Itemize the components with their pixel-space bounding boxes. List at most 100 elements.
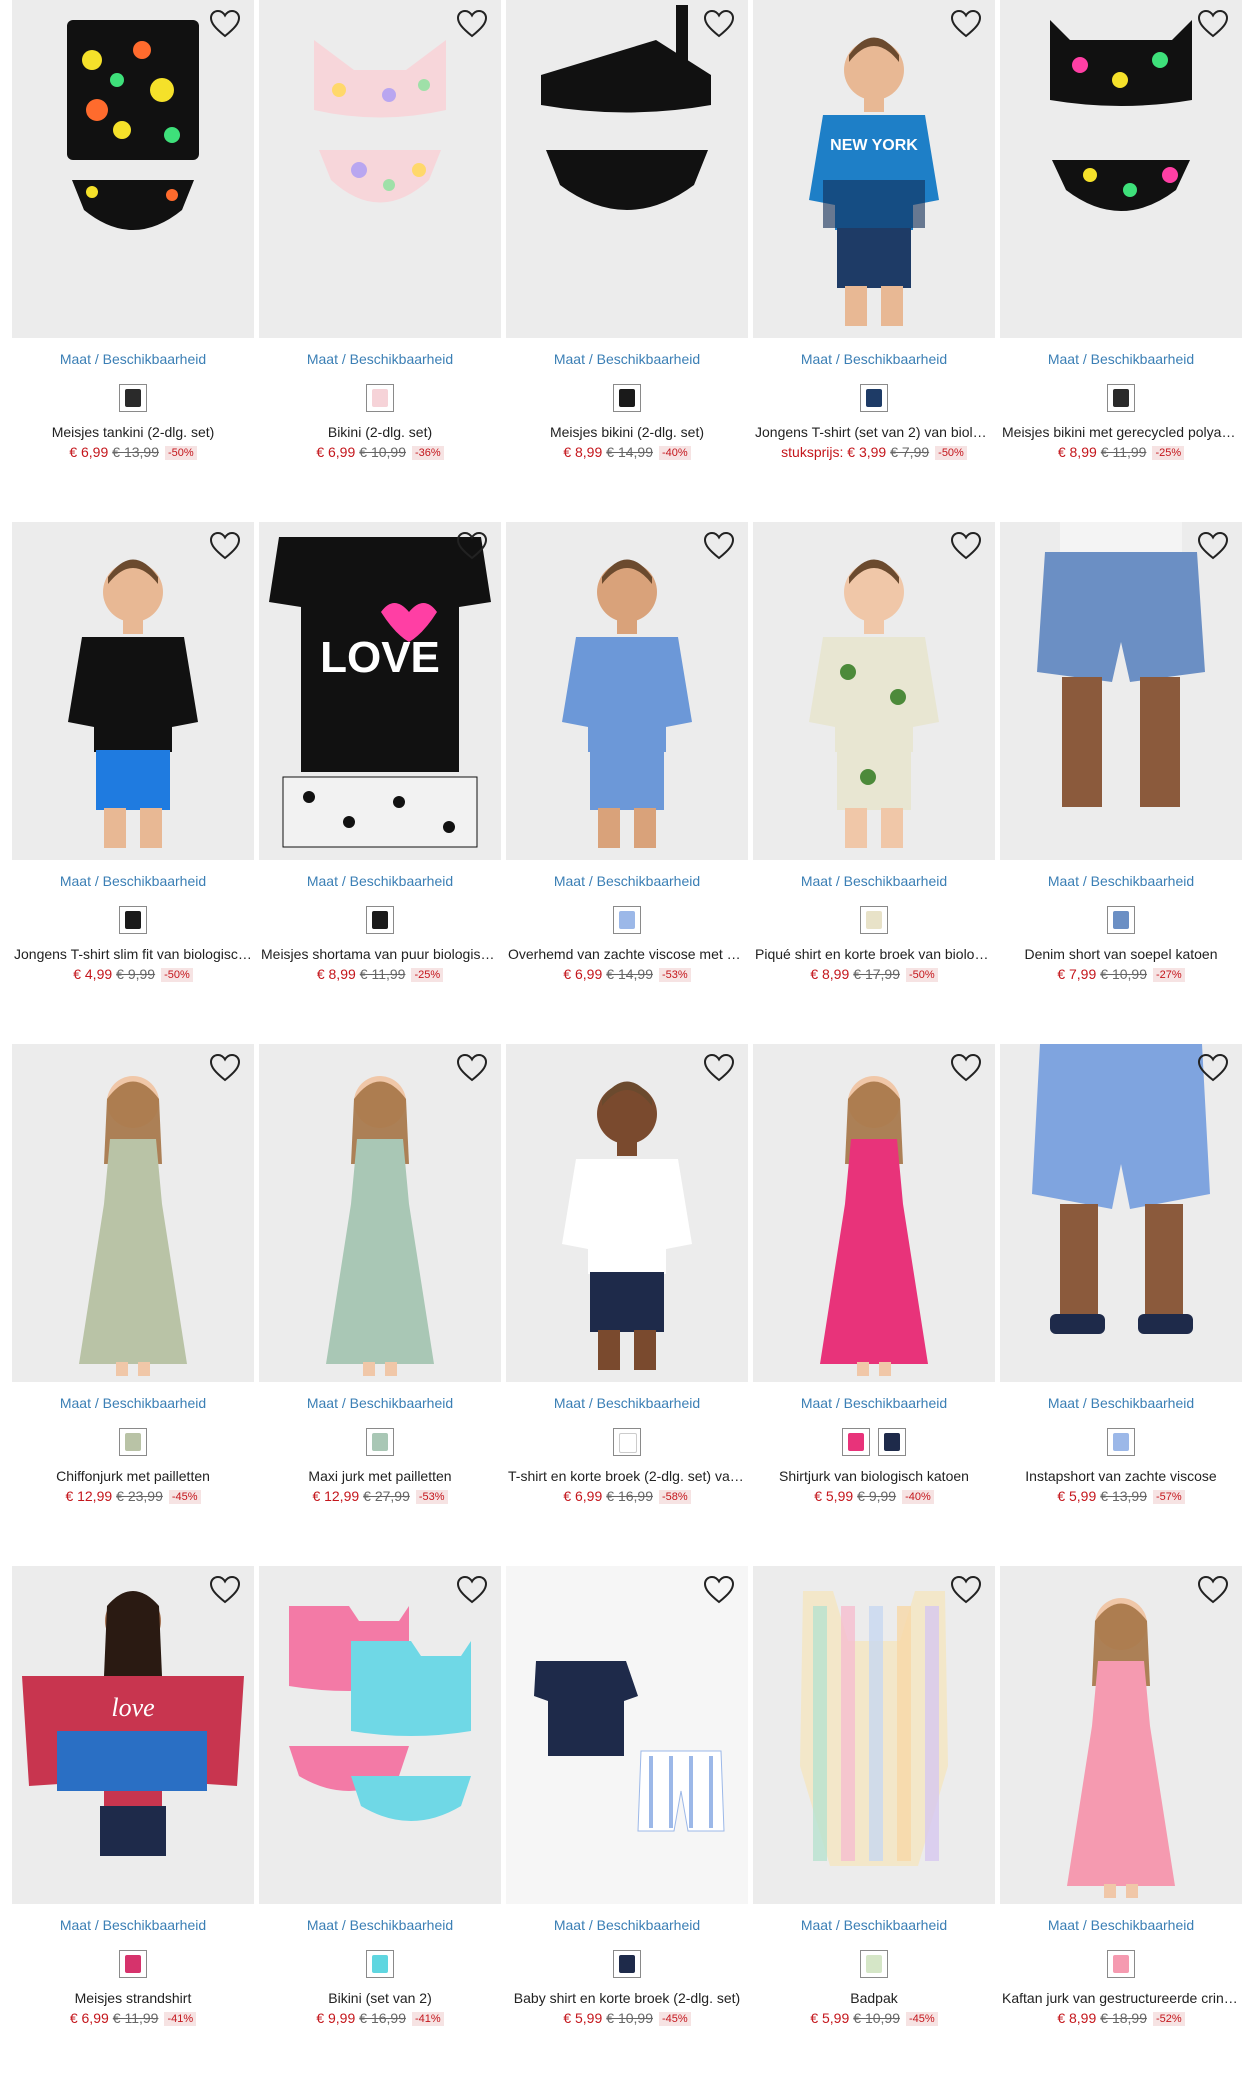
product-image[interactable] bbox=[12, 0, 254, 338]
size-availability-link[interactable]: Maat / Beschikbaarheid bbox=[259, 872, 501, 890]
product-image[interactable] bbox=[12, 1044, 254, 1382]
product-card[interactable]: Maat / Beschikbaarheid Bikini (set van 2)… bbox=[259, 1566, 501, 2028]
wishlist-heart-icon[interactable] bbox=[208, 1574, 242, 1606]
color-swatch[interactable] bbox=[613, 1950, 641, 1978]
product-image[interactable] bbox=[259, 1044, 501, 1382]
wishlist-heart-icon[interactable] bbox=[1196, 1574, 1230, 1606]
size-availability-link[interactable]: Maat / Beschikbaarheid bbox=[753, 1916, 995, 1934]
product-title[interactable]: Maxi jurk met pailletten bbox=[259, 1466, 501, 1486]
product-card[interactable]: NEW YORK Maat / Beschikbaarheid Jongens T… bbox=[753, 0, 995, 462]
product-card[interactable]: Maat / Beschikbaarheid Kaftan jurk van ge… bbox=[1000, 1566, 1242, 2028]
product-card[interactable]: Maat / Beschikbaarheid Badpak € 5,99 € 10,9… bbox=[753, 1566, 995, 2028]
color-swatch[interactable] bbox=[613, 384, 641, 412]
wishlist-heart-icon[interactable] bbox=[1196, 1052, 1230, 1084]
wishlist-heart-icon[interactable] bbox=[208, 8, 242, 40]
product-card[interactable]: Maat / Beschikbaarheid Meisjes bikini (2-… bbox=[506, 0, 748, 462]
product-title[interactable]: Meisjes strandshirt bbox=[12, 1988, 254, 2008]
color-swatch[interactable] bbox=[119, 384, 147, 412]
product-title[interactable]: Overhemd van zachte viscose met korte mo… bbox=[506, 944, 748, 964]
product-image[interactable] bbox=[259, 1566, 501, 1904]
wishlist-heart-icon[interactable] bbox=[208, 530, 242, 562]
product-card[interactable]: Maat / Beschikbaarheid Piqué shirt en kor… bbox=[753, 522, 995, 984]
color-swatch[interactable] bbox=[119, 1950, 147, 1978]
product-image[interactable]: NEW YORK bbox=[753, 0, 995, 338]
size-availability-link[interactable]: Maat / Beschikbaarheid bbox=[1000, 1394, 1242, 1412]
color-swatch[interactable] bbox=[1107, 1428, 1135, 1456]
product-image[interactable] bbox=[1000, 1566, 1242, 1904]
product-card[interactable]: Maat / Beschikbaarheid Maxi jurk met pail… bbox=[259, 1044, 501, 1506]
wishlist-heart-icon[interactable] bbox=[455, 8, 489, 40]
product-card[interactable]: Maat / Beschikbaarheid Overhemd van zacht… bbox=[506, 522, 748, 984]
size-availability-link[interactable]: Maat / Beschikbaarheid bbox=[753, 872, 995, 890]
color-swatch[interactable] bbox=[613, 1428, 641, 1456]
product-title[interactable]: Shirtjurk van biologisch katoen bbox=[753, 1466, 995, 1486]
product-image[interactable] bbox=[506, 522, 748, 860]
product-title[interactable]: Meisjes tankini (2-dlg. set) bbox=[12, 422, 254, 442]
size-availability-link[interactable]: Maat / Beschikbaarheid bbox=[753, 1394, 995, 1412]
product-image[interactable] bbox=[259, 0, 501, 338]
wishlist-heart-icon[interactable] bbox=[949, 1052, 983, 1084]
wishlist-heart-icon[interactable] bbox=[208, 1052, 242, 1084]
product-title[interactable]: Meisjes bikini (2-dlg. set) bbox=[506, 422, 748, 442]
wishlist-heart-icon[interactable] bbox=[949, 1574, 983, 1606]
product-title[interactable]: Meisjes bikini met gerecycled polyamide bbox=[1000, 422, 1242, 442]
size-availability-link[interactable]: Maat / Beschikbaarheid bbox=[506, 1916, 748, 1934]
wishlist-heart-icon[interactable] bbox=[455, 530, 489, 562]
product-title[interactable]: Badpak bbox=[753, 1988, 995, 2008]
product-card[interactable]: Maat / Beschikbaarheid Baby shirt en kort… bbox=[506, 1566, 748, 2028]
wishlist-heart-icon[interactable] bbox=[702, 530, 736, 562]
product-image[interactable] bbox=[506, 1044, 748, 1382]
color-swatch[interactable] bbox=[613, 906, 641, 934]
product-card[interactable]: Maat / Beschikbaarheid Chiffonjurk met pa… bbox=[12, 1044, 254, 1506]
color-swatch[interactable] bbox=[1107, 1950, 1135, 1978]
size-availability-link[interactable]: Maat / Beschikbaarheid bbox=[1000, 350, 1242, 368]
wishlist-heart-icon[interactable] bbox=[455, 1052, 489, 1084]
product-title[interactable]: Piqué shirt en korte broek van biologisc… bbox=[753, 944, 995, 964]
product-card[interactable]: Maat / Beschikbaarheid Denim short van so… bbox=[1000, 522, 1242, 984]
product-card[interactable]: love Maat / Beschikbaarheid Meisjes stran… bbox=[12, 1566, 254, 2028]
product-card[interactable]: LOVE Maat / Beschikbaarheid Meisjes short… bbox=[259, 522, 501, 984]
wishlist-heart-icon[interactable] bbox=[1196, 8, 1230, 40]
product-card[interactable]: Maat / Beschikbaarheid T-shirt en korte b… bbox=[506, 1044, 748, 1506]
size-availability-link[interactable]: Maat / Beschikbaarheid bbox=[12, 1916, 254, 1934]
size-availability-link[interactable]: Maat / Beschikbaarheid bbox=[1000, 872, 1242, 890]
product-image[interactable] bbox=[753, 522, 995, 860]
size-availability-link[interactable]: Maat / Beschikbaarheid bbox=[506, 872, 748, 890]
size-availability-link[interactable]: Maat / Beschikbaarheid bbox=[12, 350, 254, 368]
product-image[interactable]: LOVE bbox=[259, 522, 501, 860]
product-image[interactable] bbox=[753, 1566, 995, 1904]
product-card[interactable]: Maat / Beschikbaarheid Bikini (2-dlg. set… bbox=[259, 0, 501, 462]
wishlist-heart-icon[interactable] bbox=[702, 8, 736, 40]
product-title[interactable]: Chiffonjurk met pailletten bbox=[12, 1466, 254, 1486]
product-title[interactable]: Meisjes shortama van puur biologisch kat… bbox=[259, 944, 501, 964]
product-title[interactable]: Instapshort van zachte viscose bbox=[1000, 1466, 1242, 1486]
product-image[interactable] bbox=[1000, 1044, 1242, 1382]
size-availability-link[interactable]: Maat / Beschikbaarheid bbox=[259, 350, 501, 368]
color-swatch[interactable] bbox=[860, 384, 888, 412]
size-availability-link[interactable]: Maat / Beschikbaarheid bbox=[1000, 1916, 1242, 1934]
size-availability-link[interactable]: Maat / Beschikbaarheid bbox=[12, 1394, 254, 1412]
product-title[interactable]: T-shirt en korte broek (2-dlg. set) van … bbox=[506, 1466, 748, 1486]
product-card[interactable]: Maat / Beschikbaarheid Instapshort van za… bbox=[1000, 1044, 1242, 1506]
color-swatch[interactable] bbox=[1107, 906, 1135, 934]
product-card[interactable]: Maat / Beschikbaarheid Jongens T-shirt sl… bbox=[12, 522, 254, 984]
product-image[interactable]: love bbox=[12, 1566, 254, 1904]
size-availability-link[interactable]: Maat / Beschikbaarheid bbox=[506, 350, 748, 368]
color-swatch[interactable] bbox=[842, 1428, 870, 1456]
product-image[interactable] bbox=[1000, 0, 1242, 338]
color-swatch[interactable] bbox=[366, 384, 394, 412]
wishlist-heart-icon[interactable] bbox=[702, 1052, 736, 1084]
color-swatch[interactable] bbox=[119, 1428, 147, 1456]
size-availability-link[interactable]: Maat / Beschikbaarheid bbox=[753, 350, 995, 368]
wishlist-heart-icon[interactable] bbox=[702, 1574, 736, 1606]
product-title[interactable]: Denim short van soepel katoen bbox=[1000, 944, 1242, 964]
color-swatch[interactable] bbox=[366, 1950, 394, 1978]
product-title[interactable]: Baby shirt en korte broek (2-dlg. set) bbox=[506, 1988, 748, 2008]
color-swatch[interactable] bbox=[860, 1950, 888, 1978]
product-image[interactable] bbox=[506, 0, 748, 338]
product-title[interactable]: Jongens T-shirt (set van 2) van biologis… bbox=[753, 422, 995, 442]
product-title[interactable]: Jongens T-shirt slim fit van biologisch … bbox=[12, 944, 254, 964]
product-card[interactable]: Maat / Beschikbaarheid Shirtjurk van biol… bbox=[753, 1044, 995, 1506]
color-swatch[interactable] bbox=[1107, 384, 1135, 412]
size-availability-link[interactable]: Maat / Beschikbaarheid bbox=[259, 1394, 501, 1412]
